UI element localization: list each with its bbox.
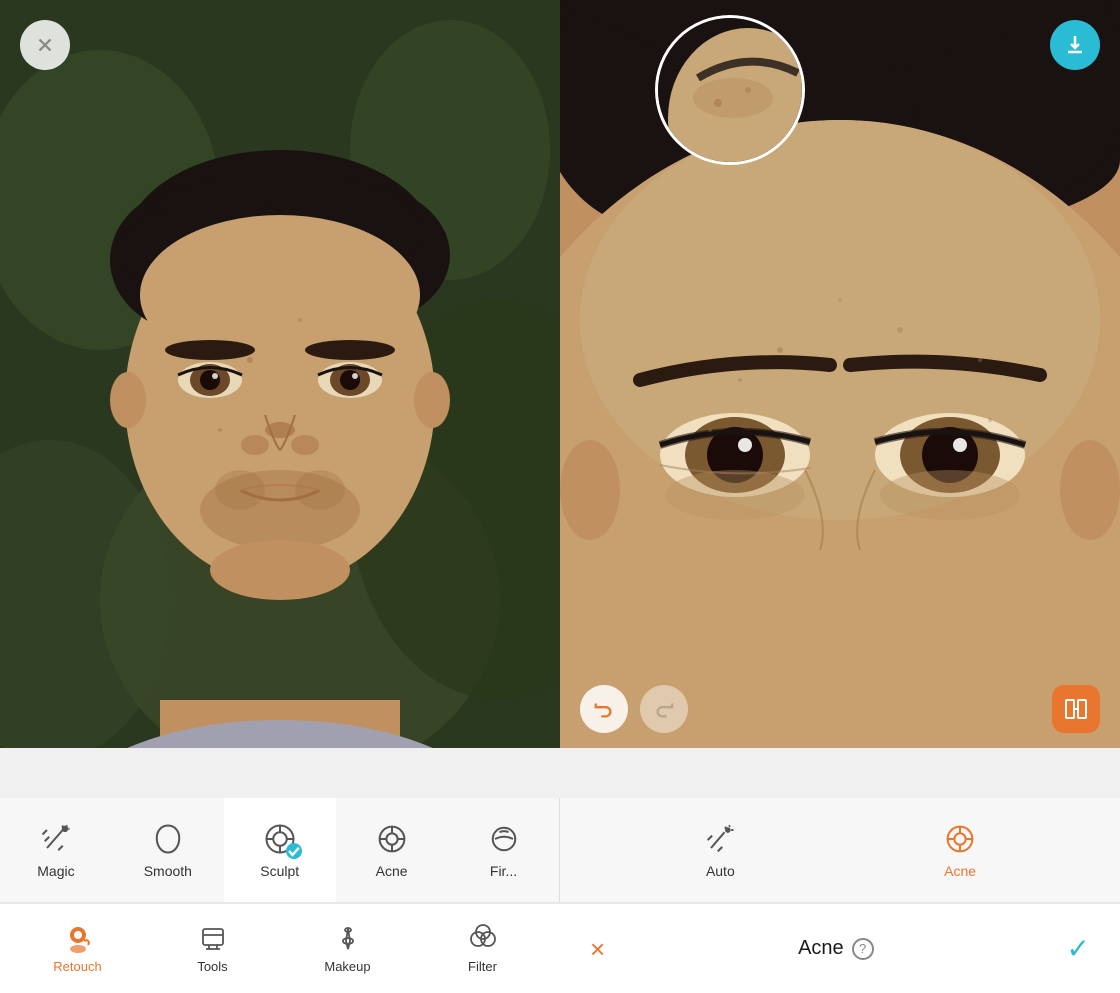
tools-label: Tools [197,959,227,974]
redo-button[interactable] [640,685,688,733]
filter-nav-label: Filter [468,959,497,974]
magnifier-circle [655,15,805,165]
acne-label: Acne [376,863,408,879]
tool-filter[interactable]: Fir... [448,798,560,902]
close-button[interactable] [20,20,70,70]
tools-row: Magic Smooth [0,798,1120,903]
smooth-label: Smooth [144,863,192,879]
nav-retouch[interactable]: Retouch [18,923,138,974]
retouch-label: Retouch [53,959,101,974]
compare-button[interactable] [1052,685,1100,733]
tool-sculpt[interactable]: Sculpt [224,798,336,902]
tool-auto[interactable]: Auto [664,798,776,902]
magic-label: Magic [37,863,74,879]
undo-button[interactable] [580,685,628,733]
left-tools: Magic Smooth [0,798,559,902]
before-panel [0,0,560,748]
sculpt-icon-wrap [262,821,298,857]
tool-smooth[interactable]: Smooth [112,798,224,902]
nav-filter[interactable]: Filter [423,923,543,974]
image-area [0,0,1120,798]
right-tools: Auto Acne [560,798,1120,902]
tool-acne-right[interactable]: Acne [904,798,1016,902]
sculpt-badge [286,843,302,859]
filter-label: Fir... [490,863,517,879]
download-button[interactable] [1050,20,1100,70]
nav-tools[interactable]: Tools [153,923,273,974]
acne-right-label: Acne [944,863,976,879]
auto-label: Auto [706,863,735,879]
bottom-nav: Retouch Tools [0,903,1120,993]
tool-magic[interactable]: Magic [0,798,112,902]
nav-right: × Acne ? ✓ [560,932,1120,965]
after-panel [560,0,1120,748]
nav-left: Retouch Tools [0,923,560,974]
makeup-label: Makeup [324,959,370,974]
section-title: Acne ? [798,937,874,960]
bottom-area: Magic Smooth [0,798,1120,993]
app-container: Magic Smooth [0,0,1120,993]
cancel-button[interactable]: × [590,936,605,962]
help-button[interactable]: ? [852,938,874,960]
nav-makeup[interactable]: Makeup [288,923,408,974]
tool-acne[interactable]: Acne [336,798,448,902]
action-buttons [560,685,1120,733]
confirm-button[interactable]: ✓ [1067,932,1090,965]
